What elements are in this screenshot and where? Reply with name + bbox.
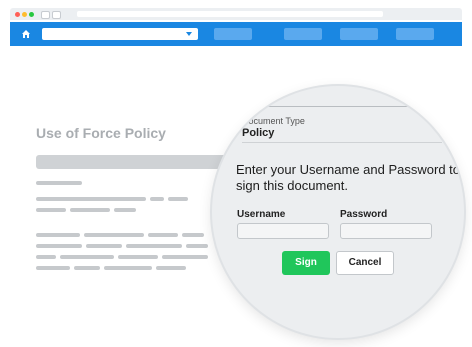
location-select[interactable] xyxy=(42,28,198,40)
page: Use of Force Policy Document Type Policy… xyxy=(0,0,472,347)
close-window-button[interactable] xyxy=(15,12,20,17)
document-title: Use of Force Policy xyxy=(36,125,166,141)
document-type-label: Document Type xyxy=(242,116,305,126)
home-icon[interactable] xyxy=(22,30,30,38)
minimize-window-button[interactable] xyxy=(22,12,27,17)
divider xyxy=(242,142,442,143)
text-line xyxy=(36,244,82,248)
text-line xyxy=(118,255,158,259)
text-line xyxy=(70,208,110,212)
text-line xyxy=(162,255,208,259)
text-line xyxy=(36,266,70,270)
text-line xyxy=(74,266,100,270)
text-line xyxy=(36,208,66,212)
text-line xyxy=(150,197,164,201)
sign-instruction: Enter your Username and Password to sign… xyxy=(236,162,460,193)
text-line xyxy=(168,197,188,201)
nav-item-2[interactable] xyxy=(284,28,322,40)
maximize-window-button[interactable] xyxy=(29,12,34,17)
nav-item-1[interactable] xyxy=(214,28,252,40)
document-type-value: Policy xyxy=(242,127,275,139)
forward-button[interactable] xyxy=(52,11,61,19)
divider xyxy=(242,106,442,107)
text-line xyxy=(60,255,114,259)
text-line xyxy=(114,208,136,212)
text-line xyxy=(156,266,186,270)
username-label: Username xyxy=(237,209,286,220)
password-label: Password xyxy=(340,209,388,220)
app-header xyxy=(10,22,462,46)
magnified-sign-dialog: Document Type Policy Enter your Username… xyxy=(212,86,464,338)
chevron-down-icon xyxy=(186,32,192,36)
text-line xyxy=(36,197,146,201)
text-line xyxy=(36,233,80,237)
cancel-button[interactable]: Cancel xyxy=(336,251,394,275)
text-line xyxy=(104,266,152,270)
back-button[interactable] xyxy=(41,11,50,19)
document-header-bar xyxy=(36,155,226,169)
nav-item-4[interactable] xyxy=(396,28,434,40)
password-input[interactable] xyxy=(340,223,432,239)
nav-item-3[interactable] xyxy=(340,28,378,40)
browser-chrome xyxy=(10,8,462,20)
text-line xyxy=(36,255,56,259)
text-line xyxy=(186,244,208,248)
text-line xyxy=(148,233,178,237)
text-line xyxy=(36,181,82,185)
text-line xyxy=(86,244,122,248)
address-bar[interactable] xyxy=(77,11,383,17)
sign-button[interactable]: Sign xyxy=(282,251,330,275)
username-input[interactable] xyxy=(237,223,329,239)
text-line xyxy=(84,233,144,237)
text-line xyxy=(182,233,204,237)
text-line xyxy=(126,244,182,248)
